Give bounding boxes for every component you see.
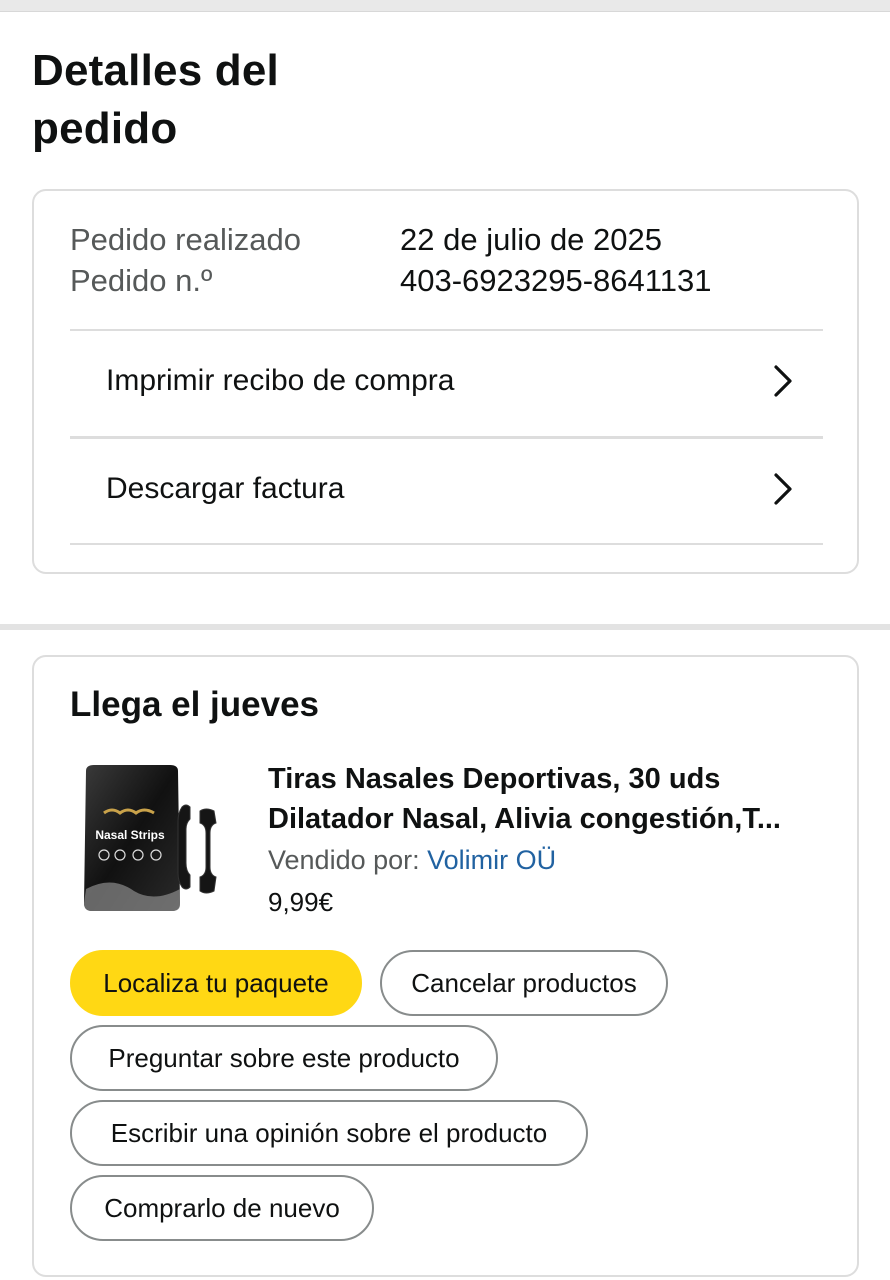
delivery-status-title: Llega el jueves [70,685,320,724]
product-image[interactable]: Nasal Strips [82,763,232,918]
order-number-label: Pedido n.º [70,263,213,298]
buy-again-button[interactable]: Comprarlo de nuevo [70,1175,374,1241]
order-details-card: Pedido realizado 22 de julio de 2025 Ped… [32,189,859,574]
order-number-row: Pedido n.º 403-6923295-8641131 [70,261,711,301]
write-review-button[interactable]: Escribir una opinión sobre el producto [70,1100,588,1166]
divider [70,543,823,545]
seller-link[interactable]: Volimir OÜ [427,845,556,875]
section-separator [0,624,890,630]
sold-by: Vendido por: Volimir OÜ [268,845,556,876]
product-title-line-2: Dilatador Nasal, Alivia congestión,T... [268,803,781,835]
order-placed-value: 22 de julio de 2025 [400,222,663,257]
top-strip [0,0,890,12]
svg-text:Nasal Strips: Nasal Strips [95,828,165,842]
ask-product-question-button[interactable]: Preguntar sobre este producto [70,1025,498,1091]
track-package-button[interactable]: Localiza tu paquete [70,950,362,1016]
order-number-value: 403-6923295-8641131 [400,263,712,298]
product-title-line-1: Tiras Nasales Deportivas, 30 uds [268,763,721,795]
order-placed-label: Pedido realizado [70,222,301,257]
order-placed-row: Pedido realizado 22 de julio de 2025 [70,220,662,260]
shipment-card: Llega el jueves Nasal Strips Tiras Nasal… [32,655,859,1277]
product-price: 9,99€ [268,887,334,917]
page-title: Detalles del pedido [32,46,279,153]
print-receipt-label: Imprimir recibo de compra [106,364,455,397]
download-invoice-link[interactable]: Descargar factura [70,437,823,541]
print-receipt-link[interactable]: Imprimir recibo de compra [70,329,823,433]
product-title[interactable]: Tiras Nasales Deportivas, 30 uds Dilatad… [268,759,828,839]
chevron-right-icon [774,365,792,397]
sold-by-label: Vendido por: [268,845,420,875]
chevron-right-icon [774,473,792,505]
cancel-items-button[interactable]: Cancelar productos [380,950,668,1016]
download-invoice-label: Descargar factura [106,472,345,505]
